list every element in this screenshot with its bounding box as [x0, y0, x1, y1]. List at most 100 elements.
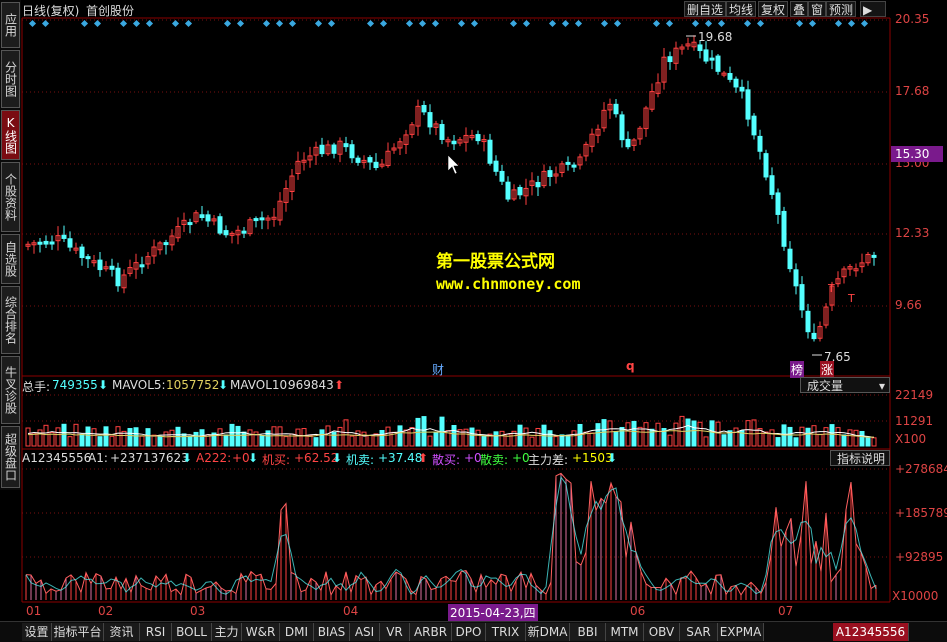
candle-body: [499, 170, 505, 182]
volume-bar: [655, 422, 661, 447]
total-volume-value: 749355: [52, 378, 98, 392]
diamond-marker: [236, 19, 245, 28]
volume-bar: [421, 416, 427, 447]
tab-item[interactable]: ASI: [350, 623, 380, 641]
high-price-label: 19.68: [698, 30, 733, 44]
tab-item[interactable]: 设置: [22, 623, 52, 641]
time-axis-label: 01: [26, 604, 42, 618]
ranking-marker[interactable]: 榜: [790, 361, 805, 378]
volume-bar: [115, 426, 121, 447]
time-axis-label: 03: [190, 604, 206, 618]
retail-sell-label: 散卖:: [480, 453, 509, 467]
time-axis-label: 04: [343, 604, 359, 618]
diamond-marker: [600, 19, 609, 28]
tab-item[interactable]: A12345556: [833, 623, 909, 641]
volume-bar: [637, 426, 643, 447]
diamond-marker: [223, 19, 232, 28]
candle-body: [253, 218, 259, 222]
tab-item[interactable]: BOLL: [172, 623, 212, 641]
volume-bar: [367, 434, 373, 447]
volume-bar: [595, 423, 601, 447]
volume-bar: [715, 421, 721, 447]
volume-bar: [469, 427, 475, 447]
candle-body: [163, 242, 169, 246]
indicator-legend: A12345556 A1: +237137623 ⬇ A222: +0 ⬇ 机买…: [22, 451, 832, 467]
volume-bar: [601, 419, 607, 447]
diamond-marker: [171, 19, 180, 28]
volume-bar: [325, 425, 331, 447]
candle-body: [667, 56, 673, 63]
candle-body: [751, 115, 757, 136]
diamond-marker: [847, 19, 856, 28]
candle-body: [733, 78, 739, 88]
volume-bar: [427, 435, 433, 447]
volume-bar: [433, 432, 439, 447]
finance-marker[interactable]: 财: [432, 361, 444, 378]
limit-up-marker[interactable]: 涨: [820, 361, 835, 378]
volume-bar: [361, 431, 367, 447]
candle-body: [715, 55, 721, 72]
tab-item[interactable]: SAR: [680, 623, 718, 641]
a222-label: A222:: [196, 451, 232, 465]
candle-body: [331, 144, 337, 154]
tab-item[interactable]: TRIX: [486, 623, 526, 641]
tab-item[interactable]: DMI: [280, 623, 314, 641]
candle-body: [367, 157, 373, 163]
down-arrow-icon: ⬇: [607, 451, 618, 465]
candle-body: [787, 248, 793, 270]
volume-bar: [847, 429, 853, 447]
diamond-marker: [41, 19, 50, 28]
tab-item[interactable]: BIAS: [314, 623, 350, 641]
candle-body: [793, 269, 799, 287]
volume-bar: [127, 428, 133, 447]
tab-item[interactable]: BBI: [570, 623, 606, 641]
inst-sell-value: +37.48: [378, 451, 423, 465]
volume-bar: [793, 437, 799, 447]
diamond-marker: [132, 19, 141, 28]
volume-bar: [145, 428, 151, 447]
volume-bar: [607, 420, 613, 447]
volume-bar: [295, 428, 301, 447]
volume-bar: [277, 426, 283, 447]
candle-body: [223, 230, 229, 236]
tab-item[interactable]: DPO: [452, 623, 486, 641]
volume-bar: [259, 435, 265, 447]
volume-bar: [523, 427, 529, 447]
tab-item[interactable]: W&R: [242, 623, 280, 641]
diamond-marker: [457, 19, 466, 28]
volume-selector-dropdown[interactable]: 成交量 ▾: [800, 377, 890, 393]
tab-item[interactable]: MTM: [606, 623, 644, 641]
tab-item[interactable]: VR: [380, 623, 410, 641]
volume-bar: [379, 429, 385, 447]
up-arrow-icon: ⬆: [334, 378, 345, 392]
chart-canvas[interactable]: [0, 0, 947, 641]
q-marker[interactable]: q: [626, 359, 635, 373]
tab-item[interactable]: EXPMA: [718, 623, 764, 641]
tab-item[interactable]: ARBR: [410, 623, 452, 641]
volume-bar: [31, 432, 37, 447]
tab-item[interactable]: 主力: [212, 623, 242, 641]
tab-item[interactable]: 新DMA: [526, 623, 570, 641]
volume-bar: [451, 424, 457, 447]
indicator-explain-button[interactable]: 指标说明: [830, 450, 890, 466]
volume-bar: [631, 420, 637, 447]
tab-item[interactable]: 指标平台: [52, 623, 104, 641]
diamond-marker: [717, 19, 726, 28]
volume-bar: [313, 437, 319, 447]
time-axis-label: 07: [778, 604, 794, 618]
volume-bar: [775, 437, 781, 447]
volume-bar: [139, 435, 145, 447]
diamond-marker: [470, 19, 479, 28]
candle-body: [799, 284, 805, 311]
volume-bar: [91, 428, 97, 447]
candle-body: [697, 44, 703, 52]
volume-bar: [481, 435, 487, 447]
diamond-marker: [743, 19, 752, 28]
tab-item[interactable]: OBV: [644, 623, 680, 641]
volume-bar: [43, 424, 49, 447]
diamond-marker: [288, 19, 297, 28]
candle-body: [619, 114, 625, 141]
tab-item[interactable]: 资讯: [104, 623, 140, 641]
volume-axis-label: X100: [895, 432, 927, 446]
tab-item[interactable]: RSI: [140, 623, 172, 641]
